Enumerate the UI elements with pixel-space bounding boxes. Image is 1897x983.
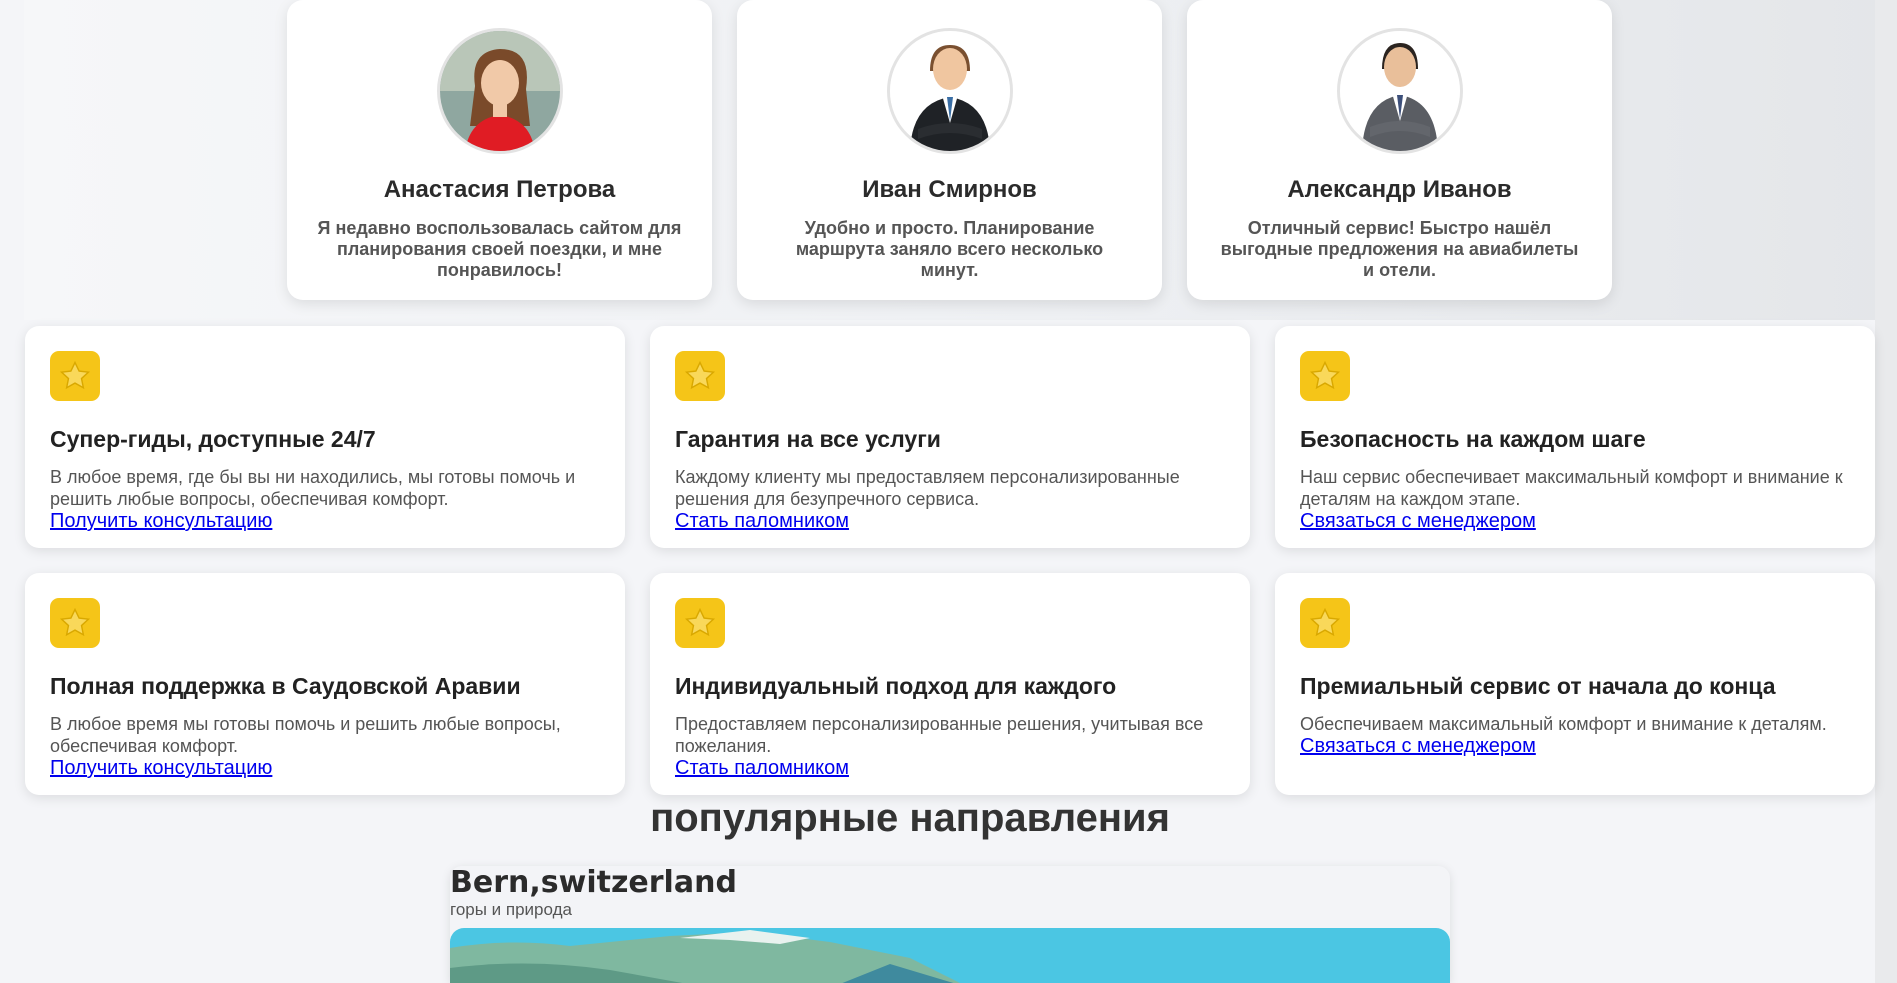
star-icon <box>50 351 100 401</box>
feature-description: Обеспечиваем максимальный комфорт и вним… <box>1300 714 1827 734</box>
feature-title: Супер-гиды, доступные 24/7 <box>50 426 376 452</box>
feature-description: В любое время мы готовы помочь и решить … <box>50 714 561 756</box>
popular-destinations-title: популярные направления <box>650 796 1170 840</box>
feature-description: Наш сервис обеспечивает максимальный ком… <box>1300 467 1843 509</box>
page-scroll-gutter <box>1875 0 1897 983</box>
review-author: Анастасия Петрова <box>383 176 616 203</box>
feature-title: Премиальный сервис от начала до конца <box>1300 673 1776 699</box>
review-text: Отличный сервис! Быстро нашёл выгодные п… <box>1220 218 1579 280</box>
feature-title: Индивидуальный подход для каждого <box>675 673 1117 699</box>
man-black-suit-avatar <box>889 31 1010 151</box>
avatar <box>436 28 563 154</box>
star-icon <box>50 598 100 648</box>
feature-description: Каждому клиенту мы предоставляем персона… <box>675 467 1180 509</box>
destination-subtitle: горы и природа <box>450 900 572 919</box>
mountain-landscape-image <box>450 928 1450 983</box>
feature-title: Гарантия на все услуги <box>675 426 941 452</box>
review-text: Я недавно воспользовалась сайтом для пла… <box>317 218 682 280</box>
woman-red-avatar <box>439 31 560 151</box>
star-icon <box>1300 351 1350 401</box>
feature-card: Индивидуальный подход для каждого Предос… <box>650 573 1250 795</box>
feature-card: Полная поддержка в Саудовской Аравии В л… <box>25 573 625 795</box>
feature-card: Премиальный сервис от начала до конца Об… <box>1275 573 1875 795</box>
man-grey-suit-avatar <box>1339 31 1460 151</box>
destination-image <box>450 928 1450 983</box>
avatar <box>1336 28 1463 154</box>
feature-description: Предоставляем персонализированные решени… <box>675 714 1204 756</box>
review-text: Удобно и просто. Планирование маршрута з… <box>795 218 1104 280</box>
review-card: Анастасия Петрова Я недавно воспользовал… <box>287 0 712 300</box>
review-author: Иван Смирнов <box>862 176 1037 203</box>
feature-card: Безопасность на каждом шаге Наш сервис о… <box>1275 326 1875 548</box>
feature-description: В любое время, где бы вы ни находились, … <box>50 467 576 509</box>
feature-title: Полная поддержка в Саудовской Аравии <box>50 673 521 699</box>
destination-name: Bern,switzerland <box>450 866 737 900</box>
star-icon <box>1300 598 1350 648</box>
star-icon <box>675 351 725 401</box>
features-grid: Супер-гиды, доступные 24/7 В любое время… <box>25 326 1875 795</box>
review-card: Иван Смирнов Удобно и просто. Планирован… <box>737 0 1162 300</box>
destination-card[interactable]: Bern,switzerland горы и природа <box>450 866 1450 983</box>
consultation-link[interactable]: Получить консультацию <box>50 757 272 779</box>
contact-manager-link[interactable]: Связаться с менеджером <box>1300 735 1536 757</box>
become-pilgrim-link[interactable]: Стать паломником <box>675 757 849 779</box>
feature-card: Гарантия на все услуги Каждому клиенту м… <box>650 326 1250 548</box>
feature-card: Супер-гиды, доступные 24/7 В любое время… <box>25 326 625 548</box>
become-pilgrim-link[interactable]: Стать паломником <box>675 510 849 532</box>
avatar <box>886 28 1013 154</box>
consultation-link[interactable]: Получить консультацию <box>50 510 272 532</box>
star-icon <box>675 598 725 648</box>
contact-manager-link[interactable]: Связаться с менеджером <box>1300 510 1536 532</box>
feature-title: Безопасность на каждом шаге <box>1300 426 1646 452</box>
review-author: Александр Иванов <box>1287 176 1512 203</box>
review-card: Александр Иванов Отличный сервис! Быстро… <box>1187 0 1612 300</box>
reviews-section: Анастасия Петрова Я недавно воспользовал… <box>287 0 1612 300</box>
